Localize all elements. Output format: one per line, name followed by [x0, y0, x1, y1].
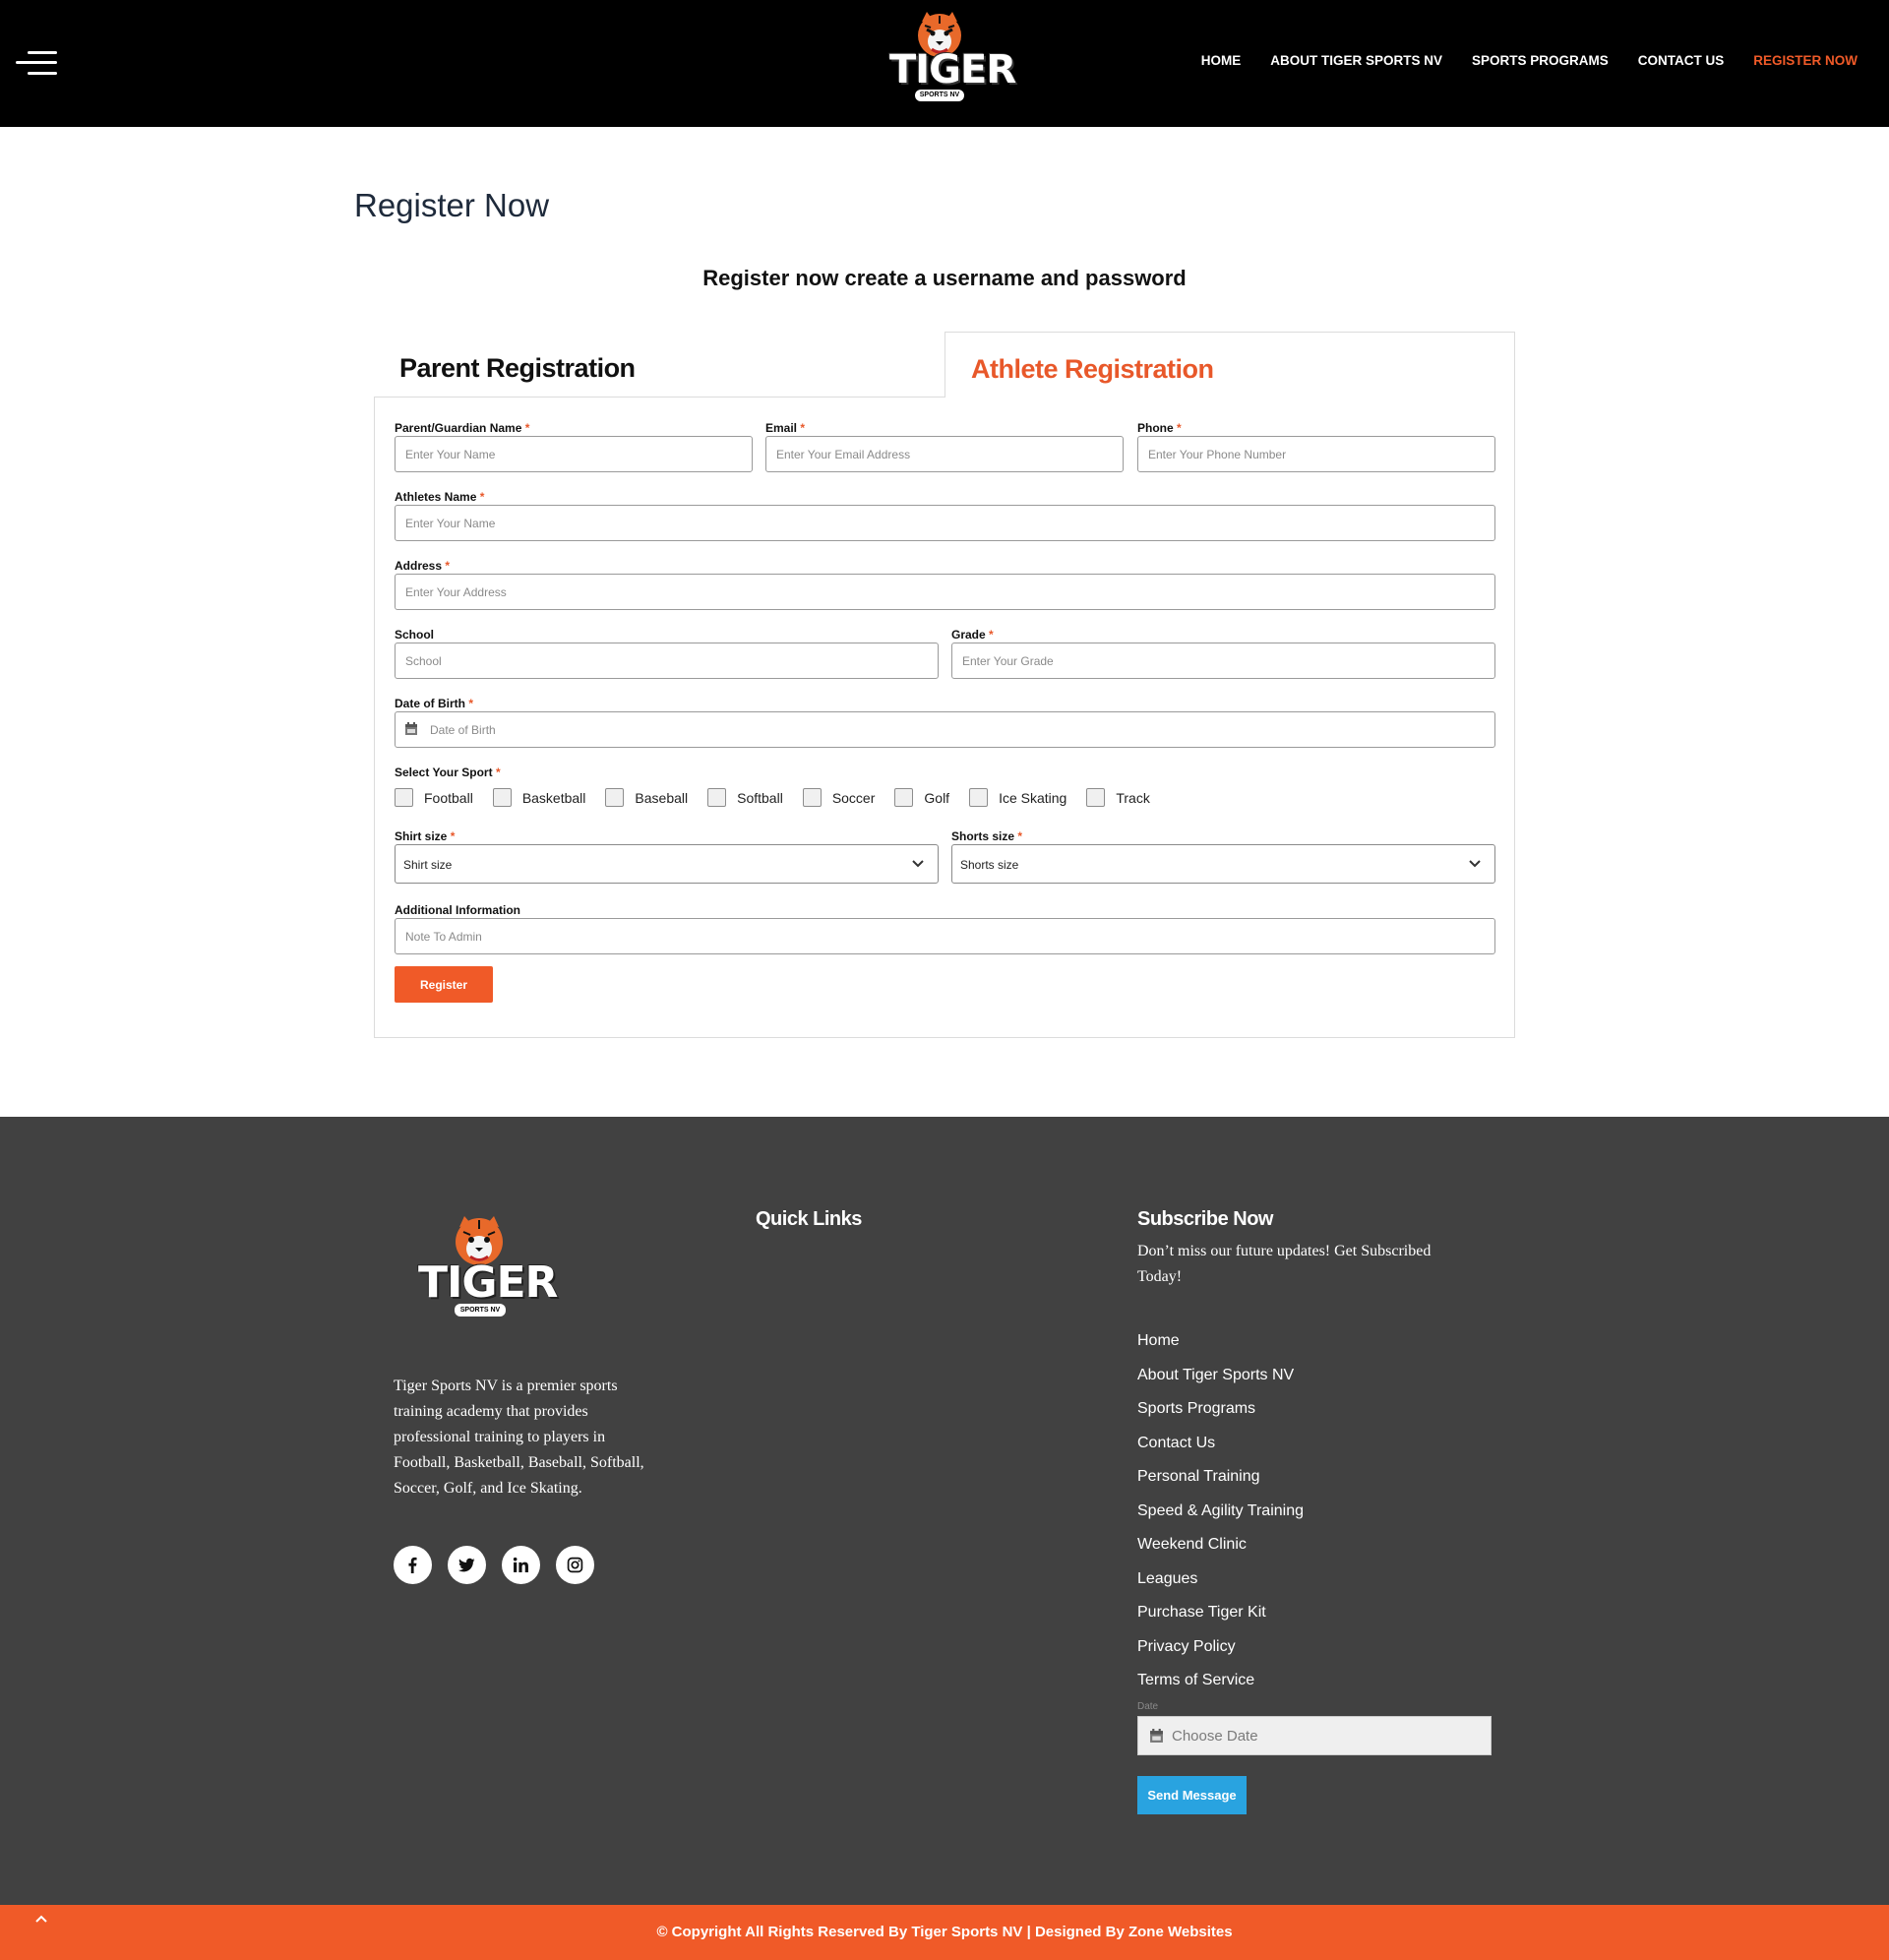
grade-input[interactable]	[951, 643, 1495, 679]
footer-link-home[interactable]: Home	[1137, 1332, 1180, 1349]
footer-link-leagues[interactable]: Leagues	[1137, 1570, 1197, 1587]
footer-link-speed-agility[interactable]: Speed & Agility Training	[1137, 1502, 1304, 1519]
date-label: Date	[1137, 1701, 1159, 1712]
footer-link-privacy[interactable]: Privacy Policy	[1137, 1638, 1236, 1655]
nav-about[interactable]: ABOUT TIGER SPORTS NV	[1270, 53, 1442, 68]
footer-logo[interactable]: TIGER SPORTS NV	[418, 1210, 558, 1338]
copyright-text: © Copyright All Rights Reserved By Tiger…	[656, 1924, 1233, 1940]
sport-checkbox-group: Football Basketball Baseball Softball So…	[395, 788, 1170, 807]
shirt-size-label: Shirt size *	[395, 829, 456, 843]
shirt-size-select[interactable]: Shirt size	[395, 844, 939, 884]
athlete-name-label: Athletes Name *	[395, 490, 485, 504]
shorts-size-value: Shorts size	[960, 858, 1019, 872]
calendar-icon	[1150, 1729, 1163, 1743]
nav-register-now[interactable]: REGISTER NOW	[1753, 53, 1858, 68]
sport-track-checkbox[interactable]: Track	[1086, 788, 1150, 807]
choose-date-input[interactable]	[1172, 1717, 1487, 1754]
linkedin-icon[interactable]	[502, 1546, 540, 1584]
additional-info-label: Additional Information	[395, 903, 520, 917]
email-label: Email *	[765, 421, 806, 435]
phone-label: Phone *	[1137, 421, 1182, 435]
address-input[interactable]	[395, 574, 1495, 610]
sport-ice-skating-checkbox[interactable]: Ice Skating	[969, 788, 1066, 807]
address-label: Address *	[395, 559, 451, 573]
social-links	[394, 1546, 594, 1584]
dob-input[interactable]	[395, 711, 1495, 748]
copyright-bar: © Copyright All Rights Reserved By Tiger…	[0, 1905, 1889, 1960]
instagram-icon[interactable]	[556, 1546, 594, 1584]
shorts-size-label: Shorts size *	[951, 829, 1023, 843]
site-footer	[0, 1117, 1889, 1905]
sport-soccer-checkbox[interactable]: Soccer	[802, 788, 875, 807]
site-logo[interactable]: TIGER SPORTS NV	[885, 8, 1016, 106]
nav-contact[interactable]: CONTACT US	[1638, 53, 1725, 68]
page-subtitle: Register now create a username and passw…	[702, 266, 1187, 290]
footer-about-text: Tiger Sports NV is a premier sports trai…	[394, 1378, 644, 1497]
chevron-down-icon	[1469, 860, 1481, 868]
shirt-size-value: Shirt size	[403, 858, 453, 872]
footer-link-purchase-kit[interactable]: Purchase Tiger Kit	[1137, 1604, 1266, 1621]
facebook-icon[interactable]	[394, 1546, 432, 1584]
calendar-icon	[405, 722, 417, 735]
parent-name-input[interactable]	[395, 436, 753, 472]
main-nav: HOME ABOUT TIGER SPORTS NV SPORTS PROGRA…	[1201, 53, 1858, 68]
quick-links-title: Quick Links	[756, 1208, 862, 1230]
footer-link-personal-training[interactable]: Personal Training	[1137, 1468, 1260, 1485]
footer-link-terms[interactable]: Terms of Service	[1137, 1672, 1254, 1688]
tab-parent-registration[interactable]: Parent Registration	[374, 332, 944, 398]
dob-label: Date of Birth *	[395, 697, 474, 710]
school-label: School	[395, 628, 435, 642]
registration-form: Parent/Guardian Name * Email * Phone * A…	[374, 397, 1515, 1038]
athlete-name-input[interactable]	[395, 505, 1495, 541]
footer-link-sports-programs[interactable]: Sports Programs	[1137, 1400, 1255, 1417]
email-input[interactable]	[765, 436, 1124, 472]
sport-football-checkbox[interactable]: Football	[395, 788, 473, 807]
school-input[interactable]	[395, 643, 939, 679]
footer-logo-subtitle: SPORTS NV	[455, 1304, 506, 1317]
hamburger-menu-icon[interactable]	[16, 49, 57, 77]
page-title: Register Now	[354, 187, 550, 223]
twitter-icon[interactable]	[448, 1546, 486, 1584]
site-header: TIGER SPORTS NV HOME ABOUT TIGER SPORTS …	[0, 0, 1889, 127]
footer-link-contact[interactable]: Contact Us	[1137, 1435, 1215, 1451]
chevron-down-icon	[912, 860, 924, 868]
sport-golf-checkbox[interactable]: Golf	[894, 788, 949, 807]
subscribe-text: Don’t miss our future updates! Get Subsc…	[1137, 1243, 1432, 1285]
subscribe-title: Subscribe Now	[1137, 1208, 1273, 1230]
footer-links: Home About Tiger Sports NV Sports Progra…	[1137, 1332, 1304, 1706]
sport-basketball-checkbox[interactable]: Basketball	[492, 788, 585, 807]
logo-wordmark: TIGER	[889, 47, 1016, 92]
grade-label: Grade *	[951, 628, 994, 642]
footer-logo-wordmark: TIGER	[418, 1257, 558, 1308]
register-button[interactable]: Register	[395, 966, 493, 1003]
sport-softball-checkbox[interactable]: Softball	[707, 788, 783, 807]
nav-home[interactable]: HOME	[1201, 53, 1242, 68]
parent-name-label: Parent/Guardian Name *	[395, 421, 530, 435]
date-field	[1137, 1716, 1492, 1755]
additional-info-input[interactable]	[395, 918, 1495, 954]
send-message-button[interactable]: Send Message	[1137, 1776, 1247, 1814]
footer-link-about[interactable]: About Tiger Sports NV	[1137, 1367, 1294, 1383]
footer-link-weekend-clinic[interactable]: Weekend Clinic	[1137, 1536, 1247, 1553]
registration-tabs: Parent Registration Athlete Registration…	[374, 332, 1515, 1038]
sport-baseball-checkbox[interactable]: Baseball	[605, 788, 688, 807]
nav-sports-programs[interactable]: SPORTS PROGRAMS	[1472, 53, 1609, 68]
shorts-size-select[interactable]: Shorts size	[951, 844, 1495, 884]
phone-input[interactable]	[1137, 436, 1495, 472]
tab-athlete-registration[interactable]: Athlete Registration	[944, 332, 1515, 398]
logo-subtitle: SPORTS NV	[915, 90, 964, 101]
sport-label: Select Your Sport *	[395, 766, 501, 779]
